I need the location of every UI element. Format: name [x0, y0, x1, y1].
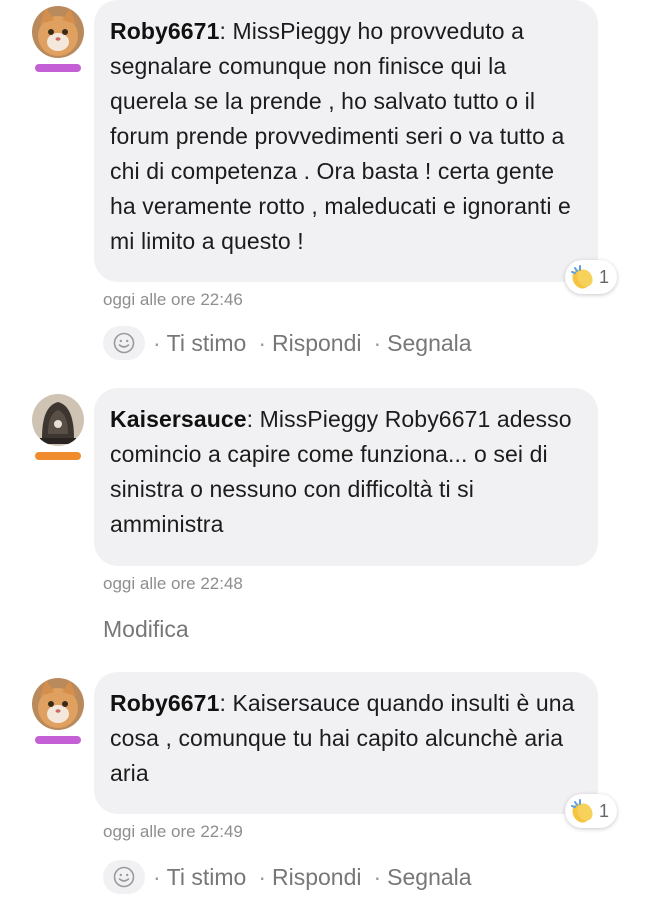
comment-bubble: Kaisersauce: MissPieggy Roby6671 adesso … — [94, 388, 598, 566]
user-level-bar — [35, 452, 81, 460]
report-link[interactable]: · Segnala — [374, 330, 472, 357]
comment-author[interactable]: Roby6671 — [110, 690, 219, 716]
user-level-bar — [35, 64, 81, 72]
comment-timestamp: oggi alle ore 22:48 — [103, 574, 243, 593]
clapping-hands-icon — [571, 265, 593, 289]
comment-timestamp: oggi alle ore 22:49 — [103, 822, 243, 841]
comment-text: : MissPieggy ho provveduto a segnalare c… — [110, 18, 571, 254]
user-level-bar — [35, 736, 81, 744]
comment-author[interactable]: Kaisersauce — [110, 406, 247, 432]
smiley-icon — [113, 332, 135, 354]
clapping-hands-icon — [571, 799, 593, 823]
reaction-count: 1 — [599, 800, 610, 821]
helmet-avatar-icon — [32, 394, 84, 446]
edit-link[interactable]: Modifica — [103, 616, 189, 643]
cat-avatar-icon — [32, 6, 84, 58]
comment-bubble: Roby6671: MissPieggy ho provveduto a seg… — [94, 0, 598, 282]
comment-timestamp: oggi alle ore 22:46 — [103, 290, 243, 309]
add-reaction-button[interactable] — [103, 326, 145, 360]
comment-author[interactable]: Roby6671 — [110, 18, 219, 44]
reaction-badge[interactable]: 1 — [565, 794, 618, 828]
avatar[interactable] — [32, 6, 84, 72]
comment-bubble: Roby6671: Kaisersauce quando insulti è u… — [94, 672, 598, 814]
avatar[interactable] — [32, 678, 84, 744]
like-link[interactable]: · Ti stimo — [153, 864, 246, 891]
cat-avatar-icon — [32, 678, 84, 730]
add-reaction-button[interactable] — [103, 860, 145, 894]
reaction-count: 1 — [599, 266, 610, 287]
like-link[interactable]: · Ti stimo — [153, 330, 246, 357]
smiley-icon — [113, 866, 135, 888]
comment-actions: · Ti stimo · Rispondi · Segnala — [103, 326, 484, 360]
reaction-badge[interactable]: 1 — [565, 260, 618, 294]
reply-link[interactable]: · Rispondi — [258, 864, 361, 891]
comment-actions: · Ti stimo · Rispondi · Segnala — [103, 860, 484, 894]
reply-link[interactable]: · Rispondi — [258, 330, 361, 357]
report-link[interactable]: · Segnala — [374, 864, 472, 891]
avatar[interactable] — [32, 394, 84, 460]
